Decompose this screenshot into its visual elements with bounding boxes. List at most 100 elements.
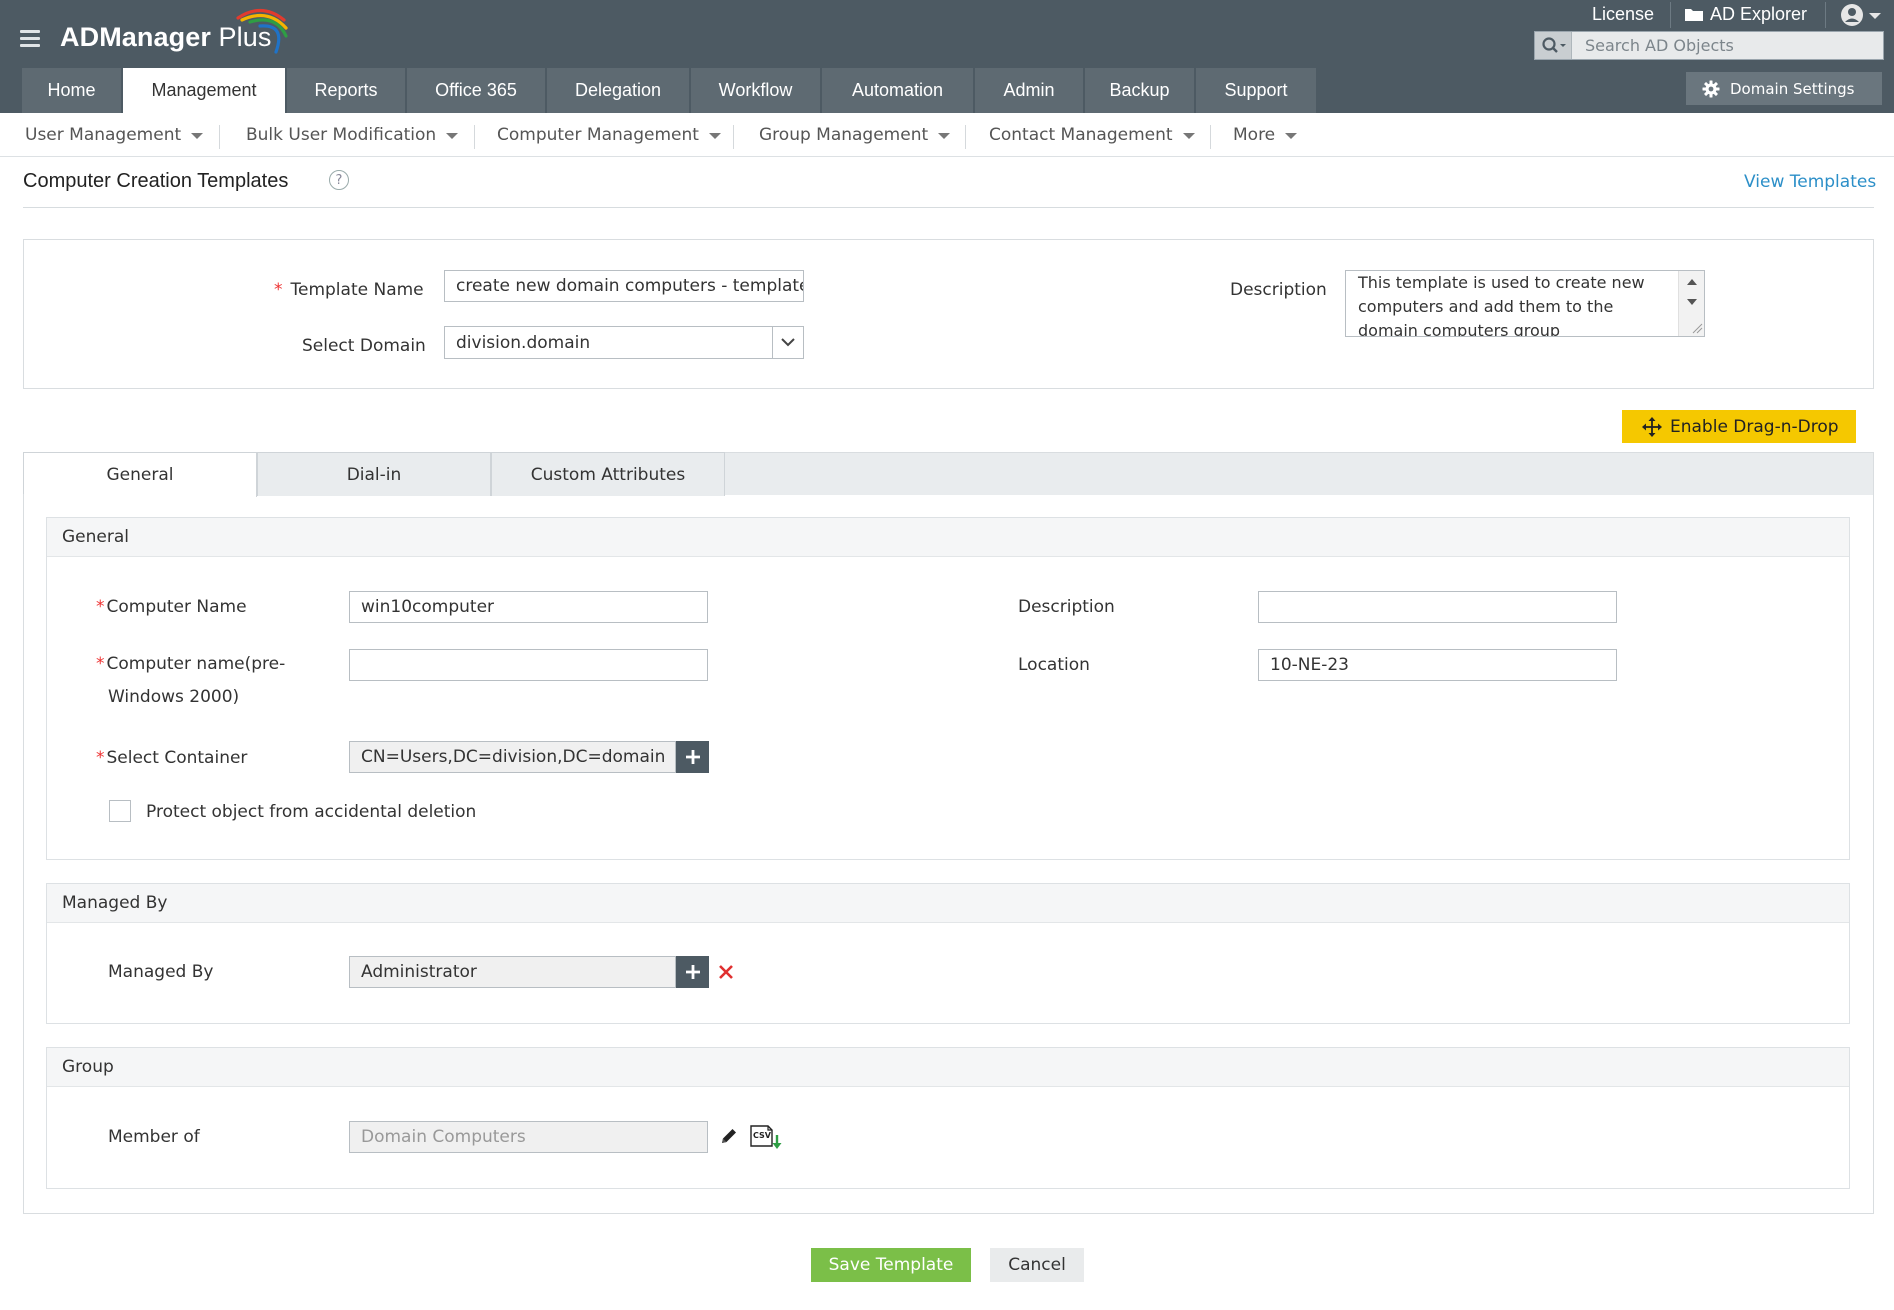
csv-icon-text: CSV: [753, 1131, 771, 1140]
protect-from-deletion-checkbox[interactable]: [109, 800, 131, 822]
select-container-label-text: Select Container: [106, 748, 248, 768]
sub-nav-label: Computer Management: [497, 125, 699, 145]
nav-tab-home[interactable]: Home: [22, 68, 121, 113]
view-templates-link[interactable]: View Templates: [1744, 172, 1876, 192]
template-name-label-text: Template Name: [290, 280, 424, 300]
search-box: [1534, 31, 1884, 60]
nav-tab-reports[interactable]: Reports: [287, 68, 405, 113]
sub-nav-bulk-user-modification[interactable]: Bulk User Modification: [246, 125, 459, 145]
nav-tab-management[interactable]: Management: [123, 68, 285, 113]
managed-by-section: Managed By: [46, 883, 1850, 1024]
nav-tab-workflow[interactable]: Workflow: [691, 68, 820, 113]
nav-tab-label: Office 365: [435, 80, 517, 100]
managed-by-section-title: Managed By: [47, 884, 1849, 923]
location-input[interactable]: [1258, 649, 1617, 681]
nav-tab-label: Home: [47, 80, 96, 100]
chevron-down-icon: [446, 133, 459, 139]
scrollbar[interactable]: [1678, 271, 1704, 336]
tab-dial-in[interactable]: Dial-in: [257, 452, 491, 496]
template-name-input[interactable]: [444, 270, 804, 302]
nav-tab-backup[interactable]: Backup: [1085, 68, 1194, 113]
chevron-down-icon: [1285, 133, 1298, 139]
csv-import-icon[interactable]: CSV: [750, 1125, 784, 1151]
sub-nav-contact-management[interactable]: Contact Management: [989, 125, 1195, 145]
computer-description-input[interactable]: [1258, 591, 1617, 623]
required-marker: *: [96, 654, 105, 674]
computer-name-pre-windows-2000-input[interactable]: [349, 649, 708, 681]
computer-name-pre-label-line2: Windows 2000): [108, 687, 240, 707]
header-divider: [1670, 2, 1671, 28]
sub-nav-label: More: [1233, 125, 1276, 145]
cancel-button[interactable]: Cancel: [990, 1248, 1084, 1282]
member-of-label: Member of: [108, 1127, 200, 1147]
nav-tab-label: Delegation: [574, 80, 662, 100]
select-container-label: * Select Container: [96, 748, 247, 768]
title-divider: [23, 207, 1874, 208]
search-icon[interactable]: [1535, 32, 1572, 59]
sub-nav-label: Group Management: [759, 125, 929, 145]
computer-name-pre-label-line1: Computer name(pre-: [106, 654, 286, 674]
nav-tab-label: Support: [1224, 80, 1288, 100]
required-marker: *: [96, 597, 105, 617]
sub-nav-group-management[interactable]: Group Management: [759, 125, 951, 145]
chevron-down-icon[interactable]: [772, 327, 803, 358]
pencil-edit-icon[interactable]: [720, 1127, 738, 1145]
sub-nav-divider: [219, 125, 220, 149]
license-link[interactable]: License: [1592, 4, 1654, 25]
computer-name-pre-windows-2000-label: * Computer name(pre- Windows 2000): [96, 648, 285, 714]
computer-name-input[interactable]: [349, 591, 708, 623]
tab-label: General: [106, 465, 174, 485]
sub-nav: User Management Bulk User Modification C…: [0, 113, 1894, 157]
nav-tab-delegation[interactable]: Delegation: [547, 68, 689, 113]
add-container-plus-icon[interactable]: [676, 741, 709, 773]
computer-name-label-text: Computer Name: [106, 597, 247, 617]
computer-description-label: Description: [1018, 597, 1115, 617]
nav-tab-label: Reports: [314, 80, 378, 100]
domain-settings-label: Domain Settings: [1730, 79, 1855, 98]
user-menu-chevron-down-icon[interactable]: [1869, 13, 1881, 19]
sub-nav-computer-management[interactable]: Computer Management: [497, 125, 721, 145]
domain-select[interactable]: division.domain: [444, 326, 804, 359]
folder-icon: [1685, 9, 1703, 21]
group-section: Group: [46, 1047, 1850, 1189]
sub-nav-label: Contact Management: [989, 125, 1173, 145]
sub-nav-label: Bulk User Modification: [246, 125, 437, 145]
logo-swoosh-icon: [236, 8, 288, 54]
hamburger-menu-icon[interactable]: [20, 30, 40, 48]
computer-name-label: * Computer Name: [96, 597, 247, 617]
nav-tab-automation[interactable]: Automation: [822, 68, 973, 113]
nav-tab-label: Admin: [1003, 80, 1055, 100]
tab-general[interactable]: General: [23, 452, 257, 497]
main-nav: Home Management Reports Office 365 Deleg…: [22, 68, 1318, 113]
tab-custom-attributes[interactable]: Custom Attributes: [491, 452, 725, 496]
add-manager-plus-icon[interactable]: [676, 956, 709, 988]
sub-nav-more[interactable]: More: [1233, 125, 1298, 145]
save-template-button[interactable]: Save Template: [811, 1248, 971, 1282]
nav-tab-label: Management: [151, 80, 257, 100]
sub-nav-divider: [965, 125, 966, 149]
nav-tab-support[interactable]: Support: [1196, 68, 1316, 113]
chevron-down-icon: [191, 133, 204, 139]
select-container-input[interactable]: [349, 741, 676, 773]
domain-settings-button[interactable]: Domain Settings: [1686, 72, 1882, 105]
ad-explorer-link[interactable]: AD Explorer: [1710, 4, 1807, 25]
remove-manager-close-icon[interactable]: [719, 965, 733, 979]
nav-tab-admin[interactable]: Admin: [975, 68, 1083, 113]
enable-drag-n-drop-button[interactable]: Enable Drag-n-Drop: [1622, 410, 1856, 443]
nav-tab-label: Workflow: [718, 80, 793, 100]
general-section-title: General: [47, 518, 1849, 557]
chevron-down-icon: [1182, 133, 1195, 139]
nav-tab-office-365[interactable]: Office 365: [407, 68, 545, 113]
tab-label: Custom Attributes: [530, 464, 686, 485]
move-arrows-icon: [1642, 416, 1662, 437]
chevron-down-icon: [708, 133, 721, 139]
sub-nav-divider: [474, 125, 475, 149]
search-input[interactable]: [1573, 32, 1881, 59]
sub-nav-user-management[interactable]: User Management: [25, 125, 204, 145]
managed-by-input[interactable]: [349, 956, 676, 988]
user-avatar-icon[interactable]: [1840, 3, 1864, 27]
nav-tab-label: Automation: [851, 80, 944, 100]
member-of-input[interactable]: [349, 1121, 708, 1153]
template-description-textarea[interactable]: This template is used to create new comp…: [1345, 270, 1705, 337]
help-icon[interactable]: ?: [329, 170, 349, 190]
